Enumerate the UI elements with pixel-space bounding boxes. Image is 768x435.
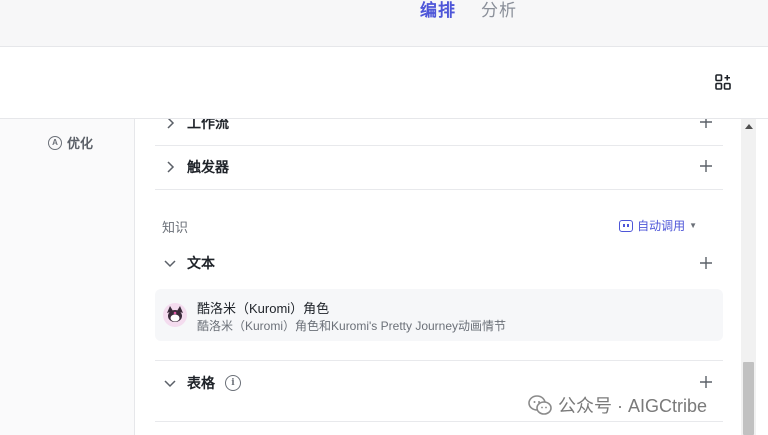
kuromi-avatar bbox=[163, 303, 187, 327]
a-circle-icon: A bbox=[48, 135, 62, 150]
tab-orchestrate[interactable]: 编排 bbox=[420, 0, 456, 21]
knowledge-section-title: 知识 bbox=[162, 220, 189, 235]
add-workflow-button[interactable] bbox=[699, 119, 713, 129]
chevron-down-icon bbox=[164, 380, 176, 388]
nav-item-label: 优化 bbox=[67, 136, 94, 151]
row-label: 工作流 bbox=[187, 119, 229, 131]
chevron-down-icon bbox=[164, 260, 176, 268]
chevron-right-icon bbox=[167, 161, 175, 173]
tab-analysis[interactable]: 分析 bbox=[481, 0, 517, 21]
add-trigger-button[interactable] bbox=[699, 159, 713, 173]
knowledge-item-title: 酷洛米（Kuromi）角色 bbox=[197, 301, 330, 316]
watermark: 公众号 · AIGCtribe bbox=[528, 392, 707, 418]
info-icon[interactable]: i bbox=[225, 375, 241, 391]
auto-call-dropdown[interactable]: 自动调用 ▼ bbox=[619, 217, 697, 234]
row-trigger[interactable]: 触发器 bbox=[155, 145, 723, 190]
knowledge-item-description: 酷洛米（Kuromi）角色和Kuromi's Pretty Journey动画情… bbox=[197, 319, 507, 333]
watermark-text: 公众号 · AIGCtribe bbox=[558, 396, 708, 416]
robot-icon bbox=[619, 219, 634, 232]
divider bbox=[155, 421, 723, 422]
wechat-icon bbox=[528, 395, 552, 415]
scroll-thumb[interactable] bbox=[743, 362, 754, 435]
row-label: 表格 bbox=[187, 375, 215, 391]
caret-down-icon: ▼ bbox=[689, 221, 697, 230]
nav-item-optimize[interactable]: A 优化 bbox=[48, 133, 93, 152]
row-text[interactable]: 文本 bbox=[155, 243, 723, 283]
toolbar bbox=[0, 47, 768, 119]
knowledge-item[interactable]: 酷洛米（Kuromi）角色 酷洛米（Kuromi）角色和Kuromi's Pre… bbox=[155, 289, 723, 341]
auto-call-label: 自动调用 bbox=[637, 219, 686, 233]
vertical-scrollbar[interactable] bbox=[741, 119, 756, 435]
add-table-button[interactable] bbox=[699, 375, 713, 389]
top-header: 编排 分析 bbox=[0, 0, 768, 47]
row-workflow[interactable]: 工作流 bbox=[155, 119, 723, 146]
left-nav: A 优化 bbox=[0, 119, 135, 435]
row-label: 文本 bbox=[187, 255, 215, 271]
add-text-button[interactable] bbox=[699, 256, 713, 270]
grid-plus-icon[interactable] bbox=[715, 74, 731, 90]
scroll-up-arrow-icon[interactable] bbox=[745, 124, 753, 129]
row-label: 触发器 bbox=[187, 159, 229, 175]
chevron-right-icon bbox=[167, 119, 175, 129]
main-panel: 工作流 触发器 知识 自动调用 ▼ 文本 酷洛米（Kuromi）角色 酷洛米（K… bbox=[135, 119, 741, 435]
